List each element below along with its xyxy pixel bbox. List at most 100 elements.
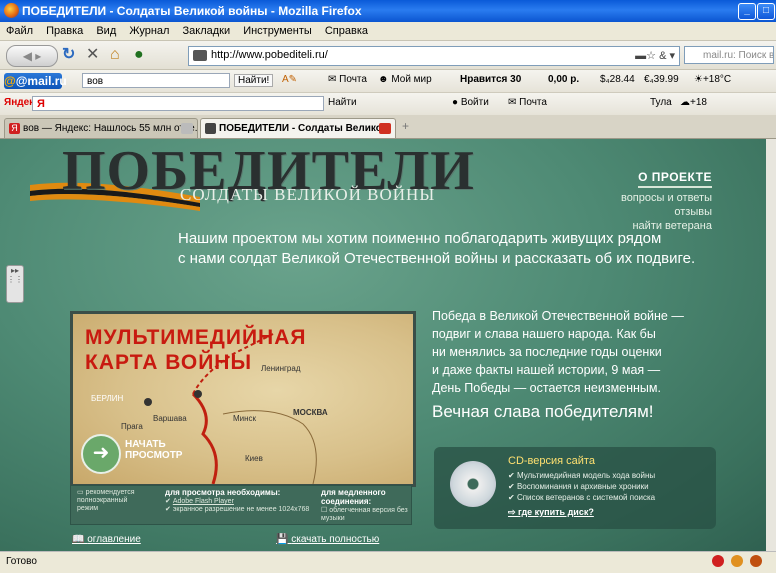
- intro-line-2: с нами солдат Великой Отечественной войн…: [178, 250, 696, 267]
- yandex-login-button[interactable]: ● Войти: [452, 97, 489, 108]
- sidebar-handle[interactable]: ▸▸ ⋮⋮: [6, 265, 24, 303]
- menu-edit[interactable]: Правка: [46, 22, 83, 40]
- war-map-banner[interactable]: МУЛЬТИМЕДИЙНАЯ КАРТА ВОЙНЫ Ленинград БЕР…: [70, 311, 416, 487]
- reviews-link[interactable]: отзывы: [621, 206, 712, 218]
- firefox-icon: [4, 3, 19, 18]
- city-label: БЕРЛИН: [91, 394, 124, 403]
- yandex-city[interactable]: Тула: [650, 97, 672, 108]
- city-label: Киев: [245, 454, 263, 463]
- maximize-button[interactable]: □: [757, 3, 775, 20]
- minimize-button[interactable]: _: [738, 3, 756, 20]
- start-play-icon[interactable]: ➜: [81, 434, 121, 474]
- intro-line-1: Нашим проектом мы хотим поименно поблаго…: [178, 230, 662, 247]
- adblock-icon[interactable]: [712, 555, 725, 567]
- pobediteli-favicon-icon: [205, 123, 216, 134]
- status-icons: [708, 555, 762, 567]
- url-text[interactable]: http://www.pobediteli.ru/: [211, 49, 328, 61]
- tab-close-icon[interactable]: [379, 123, 391, 134]
- web-page: ПОБЕДИТЕЛИ СОЛДАТЫ ВЕЛИКОЙ ВОЙНЫ О ПРОЕК…: [0, 139, 776, 551]
- urlbar-tools-icon[interactable]: ▬☆ & ▾: [635, 49, 675, 62]
- victory-line: и даже факты нашей истории, 9 мая —: [432, 363, 661, 377]
- status-text: Готово: [6, 556, 37, 567]
- window-title: ПОБЕДИТЕЛИ - Солдаты Великой войны - Moz…: [22, 4, 362, 18]
- yandex-mail-label: Почта: [519, 97, 547, 108]
- web-search-input[interactable]: mail.ru: Поиск в Интернете: [684, 46, 774, 64]
- menu-help[interactable]: Справка: [325, 22, 368, 40]
- victory-line: Победа в Великой Отечественной войне —: [432, 309, 684, 323]
- tab-label: вов — Яндекс: Нашлось 55 млн отве...: [23, 123, 198, 134]
- mailru-money[interactable]: 0,00 р.: [548, 74, 579, 85]
- city-label: Ленинград: [261, 364, 301, 373]
- mailru-mail-button[interactable]: ✉ Почта: [328, 74, 367, 85]
- mailru-likes[interactable]: Нравится 30: [460, 74, 521, 85]
- toc-link[interactable]: 📖 оглавление: [72, 534, 141, 545]
- site-favicon-icon: [193, 50, 207, 61]
- yandex-search-input[interactable]: Я: [32, 96, 324, 111]
- cd-feature: ✔ Воспоминания и архивные хроники: [508, 482, 649, 491]
- usd-rate: $₄28.44: [600, 74, 635, 85]
- highlight-icon[interactable]: A✎: [282, 74, 297, 85]
- victory-line: ни менялись за последние годы оценки: [432, 345, 662, 359]
- mailru-myworld-label: Мой мир: [391, 74, 432, 85]
- start-view-label[interactable]: НАЧАТЬ ПРОСМОТР: [125, 439, 185, 461]
- slow-head: для медленного соединения:: [321, 488, 386, 506]
- intro-text: Нашим проектом мы хотим поименно поблаго…: [178, 229, 718, 269]
- tab-label: ПОБЕДИТЕЛИ - Солдаты Велико...: [219, 123, 391, 134]
- back-forward-button[interactable]: ◀ ▸: [6, 45, 58, 67]
- status-bar: Готово: [0, 551, 776, 573]
- city-label: Варшава: [153, 414, 187, 423]
- city-label: Минск: [233, 414, 257, 423]
- mailru-weather-value: +18°C: [702, 74, 732, 85]
- tab-close-icon[interactable]: [181, 123, 193, 134]
- menu-tools[interactable]: Инструменты: [243, 22, 312, 40]
- addon-status-icon[interactable]: [731, 555, 744, 567]
- usd-value: 28.44: [609, 74, 635, 85]
- about-link[interactable]: О ПРОЕКТЕ: [638, 170, 712, 188]
- cd-disc-icon: [450, 461, 496, 507]
- fullscreen-note-text: рекомендуется полноэкранный режим: [77, 489, 135, 512]
- mailru-brand: @mail.ru: [15, 74, 67, 88]
- mailru-logo[interactable]: @@mail.ru: [4, 73, 67, 89]
- page-scrollbar[interactable]: [766, 139, 776, 551]
- cd-title[interactable]: CD-версия сайта: [508, 455, 595, 467]
- mailru-search-input[interactable]: вов: [82, 73, 230, 88]
- tab-pobediteli[interactable]: ПОБЕДИТЕЛИ - Солдаты Велико...: [200, 118, 396, 138]
- stop-icon[interactable]: ✕: [86, 45, 99, 65]
- toc-link-label: оглавление: [87, 534, 141, 545]
- eur-value: 39.99: [653, 74, 679, 85]
- cd-version-box[interactable]: CD-версия сайта ✔ Мультимедийная модель …: [434, 447, 716, 529]
- new-tab-button[interactable]: +: [402, 119, 409, 133]
- flash-link[interactable]: Adobe Flash Player: [173, 498, 234, 505]
- firebug-icon[interactable]: [750, 555, 762, 567]
- victory-line: подвиг и слава нашего народа. Как бы: [432, 327, 656, 341]
- download-link[interactable]: 💾 скачать полностью: [276, 534, 379, 545]
- url-bar[interactable]: http://www.pobediteli.ru/ ▬☆ & ▾: [188, 46, 680, 66]
- home-icon[interactable]: ⌂: [110, 45, 120, 65]
- mailru-toolbar: @@mail.ru вов Найти! A✎ ✉ Почта ☻ Мой ми…: [0, 70, 776, 93]
- mailru-weather: ☀+18°C: [694, 74, 732, 85]
- yandex-mail-button[interactable]: ✉ Почта: [508, 97, 547, 108]
- mailru-find-button[interactable]: Найти!: [234, 74, 274, 87]
- menu-bookmarks[interactable]: Закладки: [183, 22, 231, 40]
- menu-history[interactable]: Журнал: [129, 22, 169, 40]
- addon-icon[interactable]: ●: [134, 45, 144, 65]
- yandex-favicon-icon: Я: [9, 123, 20, 134]
- mailru-myworld-button[interactable]: ☻ Мой мир: [378, 74, 432, 85]
- cd-feature-text: Воспоминания и архивные хроники: [516, 482, 649, 491]
- buy-cd-link[interactable]: ⇨ где купить диск?: [508, 507, 594, 518]
- eur-rate: €₄39.99: [644, 74, 679, 85]
- site-subtitle: СОЛДАТЫ ВЕЛИКОЙ ВОЙНЫ: [180, 185, 436, 204]
- tab-yandex[interactable]: Я вов — Яндекс: Нашлось 55 млн отве...: [4, 118, 198, 138]
- light-version-checkbox[interactable]: облегченная версия без музыки: [321, 507, 408, 522]
- yandex-find-button[interactable]: Найти: [328, 97, 357, 108]
- menu-view[interactable]: Вид: [96, 22, 116, 40]
- menu-file[interactable]: Файл: [6, 22, 33, 40]
- resolution-note: экранное разрешение не менее 1024x768: [172, 506, 310, 513]
- cd-feature: ✔ Список ветеранов с системой поиска: [508, 493, 656, 502]
- yandex-weather-value: +18: [690, 97, 707, 108]
- mailru-mail-label: Почта: [339, 74, 367, 85]
- yandex-weather: ☁+18: [680, 97, 707, 108]
- faq-link[interactable]: вопросы и ответы: [621, 192, 712, 204]
- reload-icon[interactable]: ↻: [62, 45, 75, 65]
- requirements-bar: ▭ рекомендуется полноэкранный режим для …: [70, 485, 412, 525]
